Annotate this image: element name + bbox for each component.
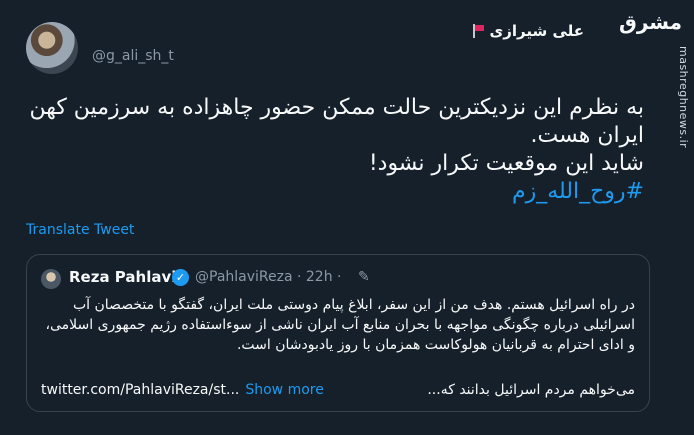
author-name[interactable]: علی شیرازی bbox=[490, 22, 585, 40]
tweet-line-1: به نظرم این نزدیکترین حالت ممکن حضور چاه… bbox=[29, 95, 644, 148]
verified-badge-icon: ✓ bbox=[172, 269, 189, 286]
quoted-handle-time[interactable]: @PahlaviReza · 22h · bbox=[195, 269, 342, 285]
author-avatar[interactable] bbox=[26, 22, 78, 74]
mashregh-logo: مشرق bbox=[618, 10, 682, 34]
edited-pencil-icon: ✎ bbox=[358, 269, 370, 285]
show-more-link[interactable]: Show more bbox=[245, 382, 324, 398]
watermark-url: mashreghnews.ir bbox=[677, 46, 690, 149]
quoted-last-line: twitter.com/PahlaviReza/st... Show more … bbox=[41, 382, 635, 398]
quoted-author-name[interactable]: Reza Pahlavi bbox=[69, 268, 176, 286]
hashtag-link[interactable]: #روح_الله_زم bbox=[24, 178, 644, 206]
quoted-body: در راه اسرائیل هستم. هدف من از این سفر، … bbox=[45, 297, 635, 353]
author-name-row[interactable]: علی شیرازی bbox=[472, 22, 585, 40]
quoted-author-avatar[interactable] bbox=[41, 269, 61, 289]
quoted-link[interactable]: twitter.com/PahlaviReza/st... bbox=[41, 382, 239, 398]
author-handle[interactable]: @g_ali_sh_t bbox=[92, 48, 174, 64]
flag-icon bbox=[472, 24, 484, 38]
quoted-continuation: می‌خواهم مردم اسرائیل بدانند که... bbox=[427, 382, 635, 398]
quoted-tweet-card[interactable]: Reza Pahlavi ✓ @PahlaviReza · 22h · ✎ در… bbox=[26, 254, 650, 412]
translate-tweet-link[interactable]: Translate Tweet bbox=[26, 222, 134, 238]
tweet-line-2: شاید این موقعیت تکرار نشود! bbox=[368, 151, 644, 176]
tweet-text: به نظرم این نزدیکترین حالت ممکن حضور چاه… bbox=[24, 94, 644, 206]
